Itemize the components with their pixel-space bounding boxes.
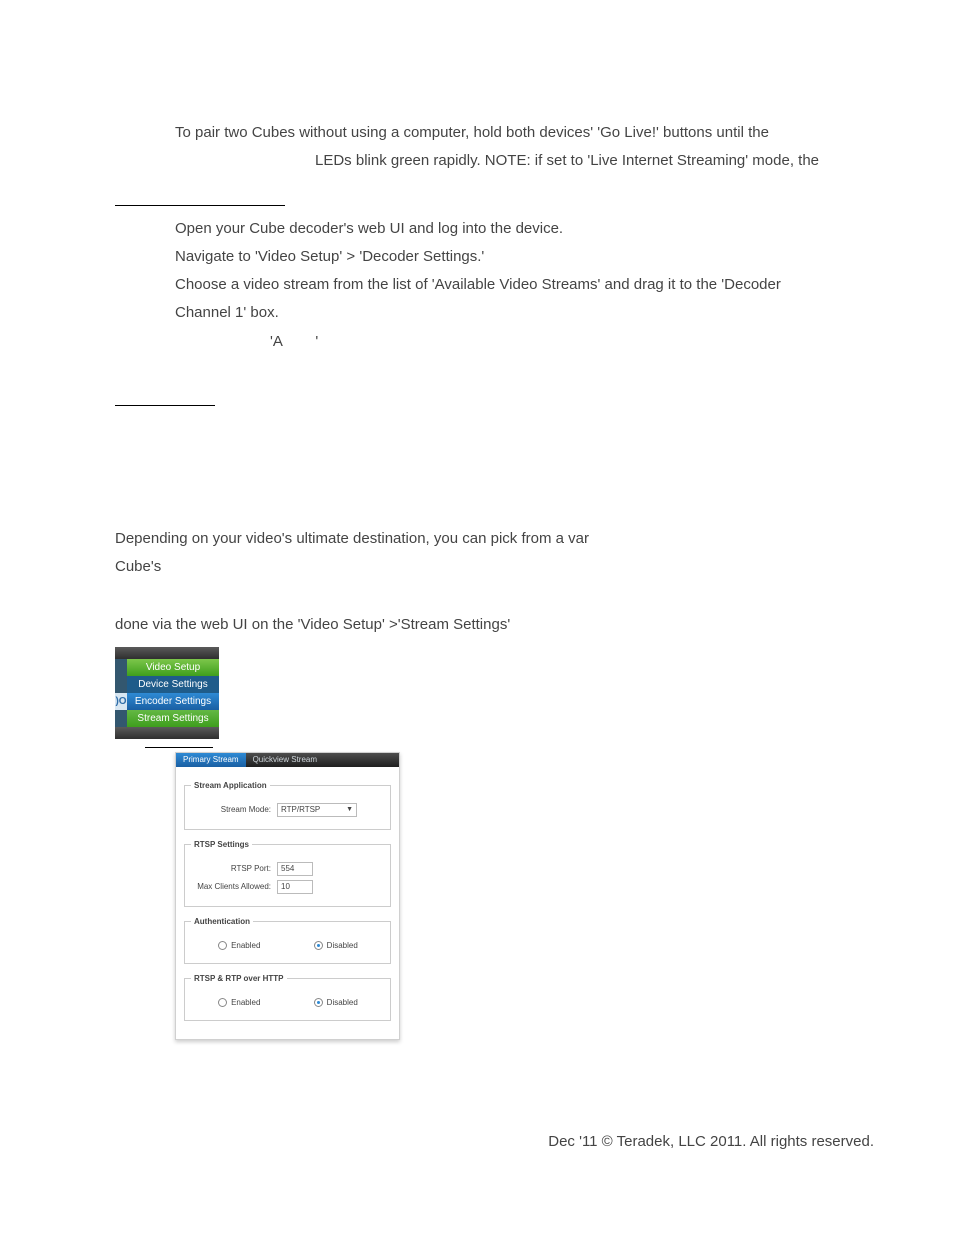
body-text: Cube's xyxy=(115,554,874,580)
video-setup-menu-screenshot: Video Setup Device Settings )O Encoder S… xyxy=(115,647,219,739)
select-value: RTP/RTSP xyxy=(281,804,320,816)
radio-http-disabled[interactable] xyxy=(314,998,323,1007)
label-max-clients: Max Clients Allowed: xyxy=(191,880,271,894)
menu-item-stream-settings[interactable]: Stream Settings xyxy=(127,710,219,727)
tab-primary-stream[interactable]: Primary Stream xyxy=(176,753,246,767)
section-rule xyxy=(115,405,215,406)
panel-tabs: Primary Stream Quickview Stream xyxy=(176,753,399,767)
input-rtsp-port[interactable]: 554 xyxy=(277,862,313,876)
group-rtsp-over-http: RTSP & RTP over HTTP Enabled Disabled xyxy=(184,972,391,1021)
body-text: To pair two Cubes without using a comput… xyxy=(175,120,874,146)
body-text: LEDs blink green rapidly. NOTE: if set t… xyxy=(315,148,874,174)
step-text: Channel 1' box. xyxy=(175,300,874,326)
radio-label: Enabled xyxy=(231,996,260,1010)
radio-label: Disabled xyxy=(327,939,358,953)
label-stream-mode: Stream Mode: xyxy=(191,803,271,817)
group-authentication: Authentication Enabled Disabled xyxy=(184,915,391,964)
menu-bar xyxy=(115,727,219,739)
body-text: done via the web UI on the 'Video Setup'… xyxy=(115,612,874,638)
stream-settings-panel-screenshot: Primary Stream Quickview Stream Stream A… xyxy=(175,752,400,1040)
group-legend: Authentication xyxy=(191,915,253,929)
pairing-paragraph: To pair two Cubes without using a comput… xyxy=(175,120,874,175)
radio-label: Enabled xyxy=(231,939,260,953)
group-legend: Stream Application xyxy=(191,779,270,793)
radio-label: Disabled xyxy=(327,996,358,1010)
input-max-clients[interactable]: 10 xyxy=(277,880,313,894)
chevron-down-icon: ▼ xyxy=(346,804,353,816)
fragment-text: 'A ' xyxy=(270,329,874,355)
radio-auth-enabled[interactable] xyxy=(218,941,227,950)
group-stream-application: Stream Application Stream Mode: RTP/RTSP… xyxy=(184,779,391,830)
select-stream-mode[interactable]: RTP/RTSP ▼ xyxy=(277,803,357,817)
step-text: Choose a video stream from the list of '… xyxy=(175,272,874,298)
menu-item-device-settings[interactable]: Device Settings xyxy=(127,676,219,693)
group-legend: RTSP & RTP over HTTP xyxy=(191,972,287,986)
label-rtsp-port: RTSP Port: xyxy=(191,862,271,876)
steps-paragraph: Open your Cube decoder's web UI and log … xyxy=(175,216,874,355)
section-rule xyxy=(145,747,213,748)
menu-bar xyxy=(115,647,219,659)
menu-item-video-setup[interactable]: Video Setup xyxy=(127,659,219,676)
panel-body: Stream Application Stream Mode: RTP/RTSP… xyxy=(176,767,399,1039)
menu-item-encoder-settings[interactable]: Encoder Settings xyxy=(127,693,219,710)
tab-quickview-stream[interactable]: Quickview Stream xyxy=(246,753,324,767)
body-text: Depending on your video's ultimate desti… xyxy=(115,526,874,552)
radio-auth-disabled[interactable] xyxy=(314,941,323,950)
destination-paragraph: Depending on your video's ultimate desti… xyxy=(115,526,874,581)
group-legend: RTSP Settings xyxy=(191,838,252,852)
section-rule xyxy=(115,205,285,206)
group-rtsp-settings: RTSP Settings RTSP Port: 554 Max Clients… xyxy=(184,838,391,907)
menu-expand-icon: )O xyxy=(115,693,127,710)
document-page: To pair two Cubes without using a comput… xyxy=(0,0,954,1235)
page-footer: Dec '11 © Teradek, LLC 2011. All rights … xyxy=(548,1129,874,1155)
step-text: Open your Cube decoder's web UI and log … xyxy=(175,216,874,242)
step-text: Navigate to 'Video Setup' > 'Decoder Set… xyxy=(175,244,874,270)
radio-http-enabled[interactable] xyxy=(218,998,227,1007)
